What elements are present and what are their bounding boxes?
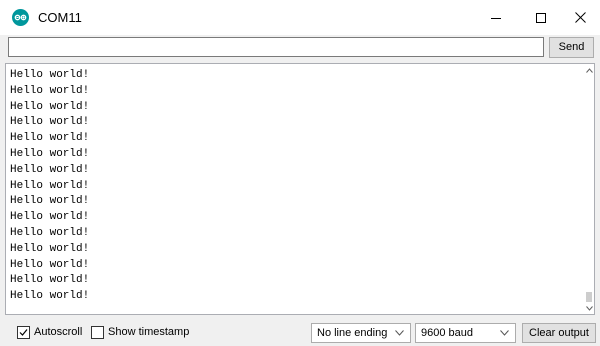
autoscroll-checkbox[interactable] (17, 326, 30, 339)
title-bar[interactable]: COM11 (0, 0, 600, 35)
minimize-button[interactable] (473, 0, 518, 35)
output-line: Hello world! (10, 100, 90, 113)
serial-output[interactable]: Hello world! Hello world! Hello world! Hell… (5, 63, 595, 315)
chevron-down-icon (500, 330, 509, 336)
clear-output-button[interactable]: Clear output (522, 323, 596, 343)
close-button[interactable] (558, 0, 600, 35)
output-line: Hello world! (10, 195, 90, 208)
arduino-logo-icon (12, 9, 29, 26)
minimize-icon (490, 17, 501, 19)
output-line: Hello world! (10, 132, 90, 145)
output-line: Hello world! (10, 242, 90, 255)
output-line: Hello world! (10, 258, 90, 271)
close-icon (575, 12, 586, 23)
maximize-icon (535, 12, 546, 23)
maximize-button[interactable] (518, 0, 563, 35)
serial-monitor-window: COM11 Send Hello world! Hello world! Hello… (0, 0, 600, 346)
chevron-up-icon (585, 67, 593, 73)
send-input[interactable] (8, 37, 544, 57)
output-line: Hello world! (10, 84, 90, 97)
output-line: Hello world! (10, 116, 90, 129)
checkmark-icon (19, 329, 28, 336)
output-line: Hello world! (10, 69, 90, 81)
scroll-thumb[interactable] (586, 292, 592, 302)
show-timestamp-checkbox[interactable] (91, 326, 104, 339)
baud-rate-value: 9600 baud (421, 327, 473, 339)
bottom-bar: Autoscroll Show timestamp No line ending… (0, 318, 600, 346)
baud-rate-select[interactable]: 9600 baud (415, 323, 516, 343)
output-line: Hello world! (10, 226, 90, 239)
output-line: Hello world! (10, 274, 90, 287)
line-ending-value: No line ending (317, 327, 388, 339)
output-line: Hello world! (10, 163, 90, 176)
chevron-down-icon (395, 330, 404, 336)
window-title: COM11 (38, 10, 82, 25)
output-lines: Hello world! Hello world! Hello world! Hell… (10, 68, 89, 305)
output-line: Hello world! (10, 147, 90, 160)
send-button[interactable]: Send (549, 37, 594, 58)
chevron-down-icon (585, 305, 593, 311)
scroll-down-button[interactable] (584, 302, 594, 314)
output-line: Hello world! (10, 179, 90, 192)
output-line: Hello world! (10, 290, 90, 303)
autoscroll-label[interactable]: Autoscroll (34, 326, 82, 339)
output-line: Hello world! (10, 211, 90, 224)
scroll-up-button[interactable] (584, 64, 594, 76)
vertical-scrollbar[interactable] (584, 64, 594, 314)
show-timestamp-label[interactable]: Show timestamp (108, 326, 189, 339)
line-ending-select[interactable]: No line ending (311, 323, 411, 343)
